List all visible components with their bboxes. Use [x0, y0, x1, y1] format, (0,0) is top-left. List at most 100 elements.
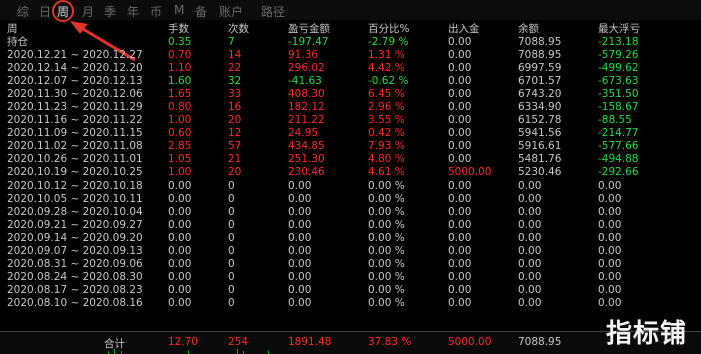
cell-pnl: 408.30 [288, 88, 325, 101]
cell-count: 0 [228, 296, 235, 309]
cell-balance: 0.00 [518, 257, 542, 270]
table-row[interactable]: 2020.11.09 ~ 2020.11.15 0.60 12 24.95 0.42 %… [0, 127, 701, 140]
cell-percent: -0.62 % [368, 75, 409, 88]
header-count: 次数 [228, 23, 249, 35]
cell-balance: 5481.76 [518, 153, 562, 166]
cell-max-float-loss: -158.67 [598, 101, 639, 114]
cell-deposit: 0.00 [448, 283, 472, 296]
cell-max-float-loss: -292.66 [598, 166, 639, 179]
cell-period: 2020.11.16 ~ 2020.11.22 [7, 114, 143, 127]
table-row[interactable]: 2020.08.31 ~ 2020.09.06 0.00 0 0.00 0.00 % 0.… [0, 258, 701, 271]
cell-lots: 0.00 [168, 231, 192, 244]
table-row[interactable]: 2020.09.21 ~ 2020.09.27 0.00 0 0.00 0.00 % 0.… [0, 219, 701, 232]
cell-count: 14 [228, 49, 242, 61]
cell-percent: 7.93 % [368, 140, 405, 153]
cell-pnl: 0.00 [288, 231, 312, 244]
cell-count: 20 [228, 166, 242, 179]
cell-period: 2020.08.10 ~ 2020.08.16 [7, 296, 143, 309]
table-row[interactable]: 2020.09.28 ~ 2020.10.04 0.00 0 0.00 0.00 % 0.… [0, 206, 701, 219]
cell-deposit: 0.00 [448, 88, 472, 101]
cell-period: 2020.08.24 ~ 2020.08.30 [7, 270, 143, 283]
cell-lots: 0.00 [168, 179, 192, 192]
cell-period: 2020.12.21 ~ 2020.12.27 [7, 49, 143, 61]
cell-deposit: 0.00 [448, 75, 472, 88]
table-row[interactable]: 2020.08.10 ~ 2020.08.16 0.00 0 0.00 0.00 % 0.… [0, 297, 701, 310]
cell-pnl: 24.95 [288, 127, 319, 140]
cell-period: 2020.10.19 ~ 2020.10.25 [7, 166, 143, 179]
table-row[interactable]: 2020.08.24 ~ 2020.08.30 0.00 0 0.00 0.00 % 0.… [0, 271, 701, 284]
table-row[interactable]: 2020.11.30 ~ 2020.12.06 1.65 33 408.30 6.45 … [0, 88, 701, 101]
cell-percent: 0.00 % [368, 192, 405, 205]
cell-balance: 0.00 [518, 296, 542, 309]
cell-period: 2020.11.09 ~ 2020.11.15 [7, 127, 143, 140]
table-row[interactable]: 2020.09.07 ~ 2020.09.13 0.00 0 0.00 0.00 % 0.… [0, 245, 701, 258]
table-row[interactable]: 2020.10.12 ~ 2020.10.18 0.00 0 0.00 0.00 % 0.… [0, 180, 701, 193]
cell-pnl: 0.00 [288, 205, 312, 218]
cell-pnl: 251.30 [288, 153, 325, 166]
header-balance: 余额 [518, 23, 539, 35]
cell-deposit: 0.00 [448, 257, 472, 270]
cell-max-float-loss: -577.66 [598, 140, 639, 153]
table-row[interactable]: 2020.10.26 ~ 2020.11.01 1.05 21 251.30 4.80 … [0, 153, 701, 166]
cell-pnl: 434.85 [288, 140, 325, 153]
cell-percent: 0.00 % [368, 205, 405, 218]
header-percent: 百分比% [368, 23, 410, 35]
cell-count: 0 [228, 218, 235, 231]
cell-max-float-loss: 0.00 [598, 205, 622, 218]
table-row[interactable]: 2020.08.17 ~ 2020.08.23 0.00 0 0.00 0.00 % 0.… [0, 284, 701, 297]
table-row[interactable]: 2020.10.19 ~ 2020.10.25 1.00 20 230.46 4.61 … [0, 166, 701, 179]
position-row[interactable]: 持仓 0.35 7 -197.47 -2.79 % 0.00 7088.95 -… [0, 36, 701, 49]
cell-percent: 4.42 % [368, 62, 405, 75]
cell-pnl: 0.00 [288, 270, 312, 283]
table-header-row: 周 手数 次数 盈亏金额 百分比% 出入金 余额 最大浮亏 [0, 23, 701, 36]
cell-max-float-loss: -499.62 [598, 62, 639, 75]
cell-pnl: 0.00 [288, 179, 312, 192]
watermark-logo: 指标铺 [605, 319, 687, 349]
cell-period: 2020.09.21 ~ 2020.09.27 [7, 218, 143, 231]
cell-count: 0 [228, 192, 235, 205]
table-row[interactable]: 2020.11.16 ~ 2020.11.22 1.00 20 211.22 3.55 … [0, 114, 701, 127]
cell-percent: 0.00 % [368, 244, 405, 257]
cell-max-float-loss: -673.63 [598, 75, 639, 88]
table-row[interactable]: 2020.10.05 ~ 2020.10.11 0.00 0 0.00 0.00 % 0.… [0, 193, 701, 206]
cell-balance: 6334.90 [518, 101, 562, 114]
cell-period: 2020.11.30 ~ 2020.12.06 [7, 88, 143, 101]
cell-max-float-loss: 0.00 [598, 257, 622, 270]
cell-max-float-loss: 0.00 [598, 244, 622, 257]
cell-percent: 3.55 % [368, 114, 405, 127]
cell-balance: 0.00 [518, 179, 542, 192]
cell-pnl: 0.00 [288, 257, 312, 270]
totals-lots: 12.70 [168, 336, 199, 348]
cell-count: 12 [228, 127, 242, 140]
table-row[interactable]: 2020.12.21 ~ 2020.12.27 0.70 14 91.36 1.31 %… [0, 49, 701, 62]
cell-count: 33 [228, 88, 242, 101]
table-row[interactable]: 2020.11.02 ~ 2020.11.08 2.85 57 434.85 7.93 … [0, 140, 701, 153]
cell-pnl: -41.63 [288, 75, 322, 88]
table-row[interactable]: 2020.11.23 ~ 2020.11.29 0.80 16 182.12 2.96 … [0, 101, 701, 114]
cell-lots: 0.00 [168, 192, 192, 205]
cell-percent: 0.00 % [368, 257, 405, 270]
report-window: { "tabs": ["综", "日", "周", "月", "季", "年",… [0, 0, 701, 354]
table-row[interactable]: 2020.12.07 ~ 2020.12.13 1.60 32 -41.63 -0.62… [0, 75, 701, 88]
cell-percent: 2.96 % [368, 101, 405, 114]
cell-deposit: 0.00 [448, 244, 472, 257]
cell-balance: 6152.78 [518, 114, 562, 127]
cell-max-float-loss: -88.55 [598, 114, 632, 127]
cell-period: 2020.10.26 ~ 2020.11.01 [7, 153, 143, 166]
cell-lots: 0.00 [168, 218, 192, 231]
cell-period: 2020.11.02 ~ 2020.11.08 [7, 140, 143, 153]
totals-count: 254 [228, 336, 249, 348]
cell-count: 22 [228, 62, 242, 75]
cell-period: 2020.09.07 ~ 2020.09.13 [7, 244, 143, 257]
cell-max-float-loss: 0.00 [598, 192, 622, 205]
cell-pnl: 182.12 [288, 101, 325, 114]
cell-max-float-loss: -579.26 [598, 49, 639, 61]
cell-lots: 0.80 [168, 101, 192, 114]
table-row[interactable]: 2020.12.14 ~ 2020.12.20 1.10 22 296.02 4.42 … [0, 62, 701, 75]
cell-period: 2020.08.17 ~ 2020.08.23 [7, 283, 143, 296]
cell-pnl: 0.00 [288, 283, 312, 296]
position-lots: 0.35 [168, 36, 192, 48]
header-deposit: 出入金 [448, 23, 480, 35]
cell-max-float-loss: 0.00 [598, 179, 622, 192]
table-row[interactable]: 2020.09.14 ~ 2020.09.20 0.00 0 0.00 0.00 % 0.… [0, 232, 701, 245]
